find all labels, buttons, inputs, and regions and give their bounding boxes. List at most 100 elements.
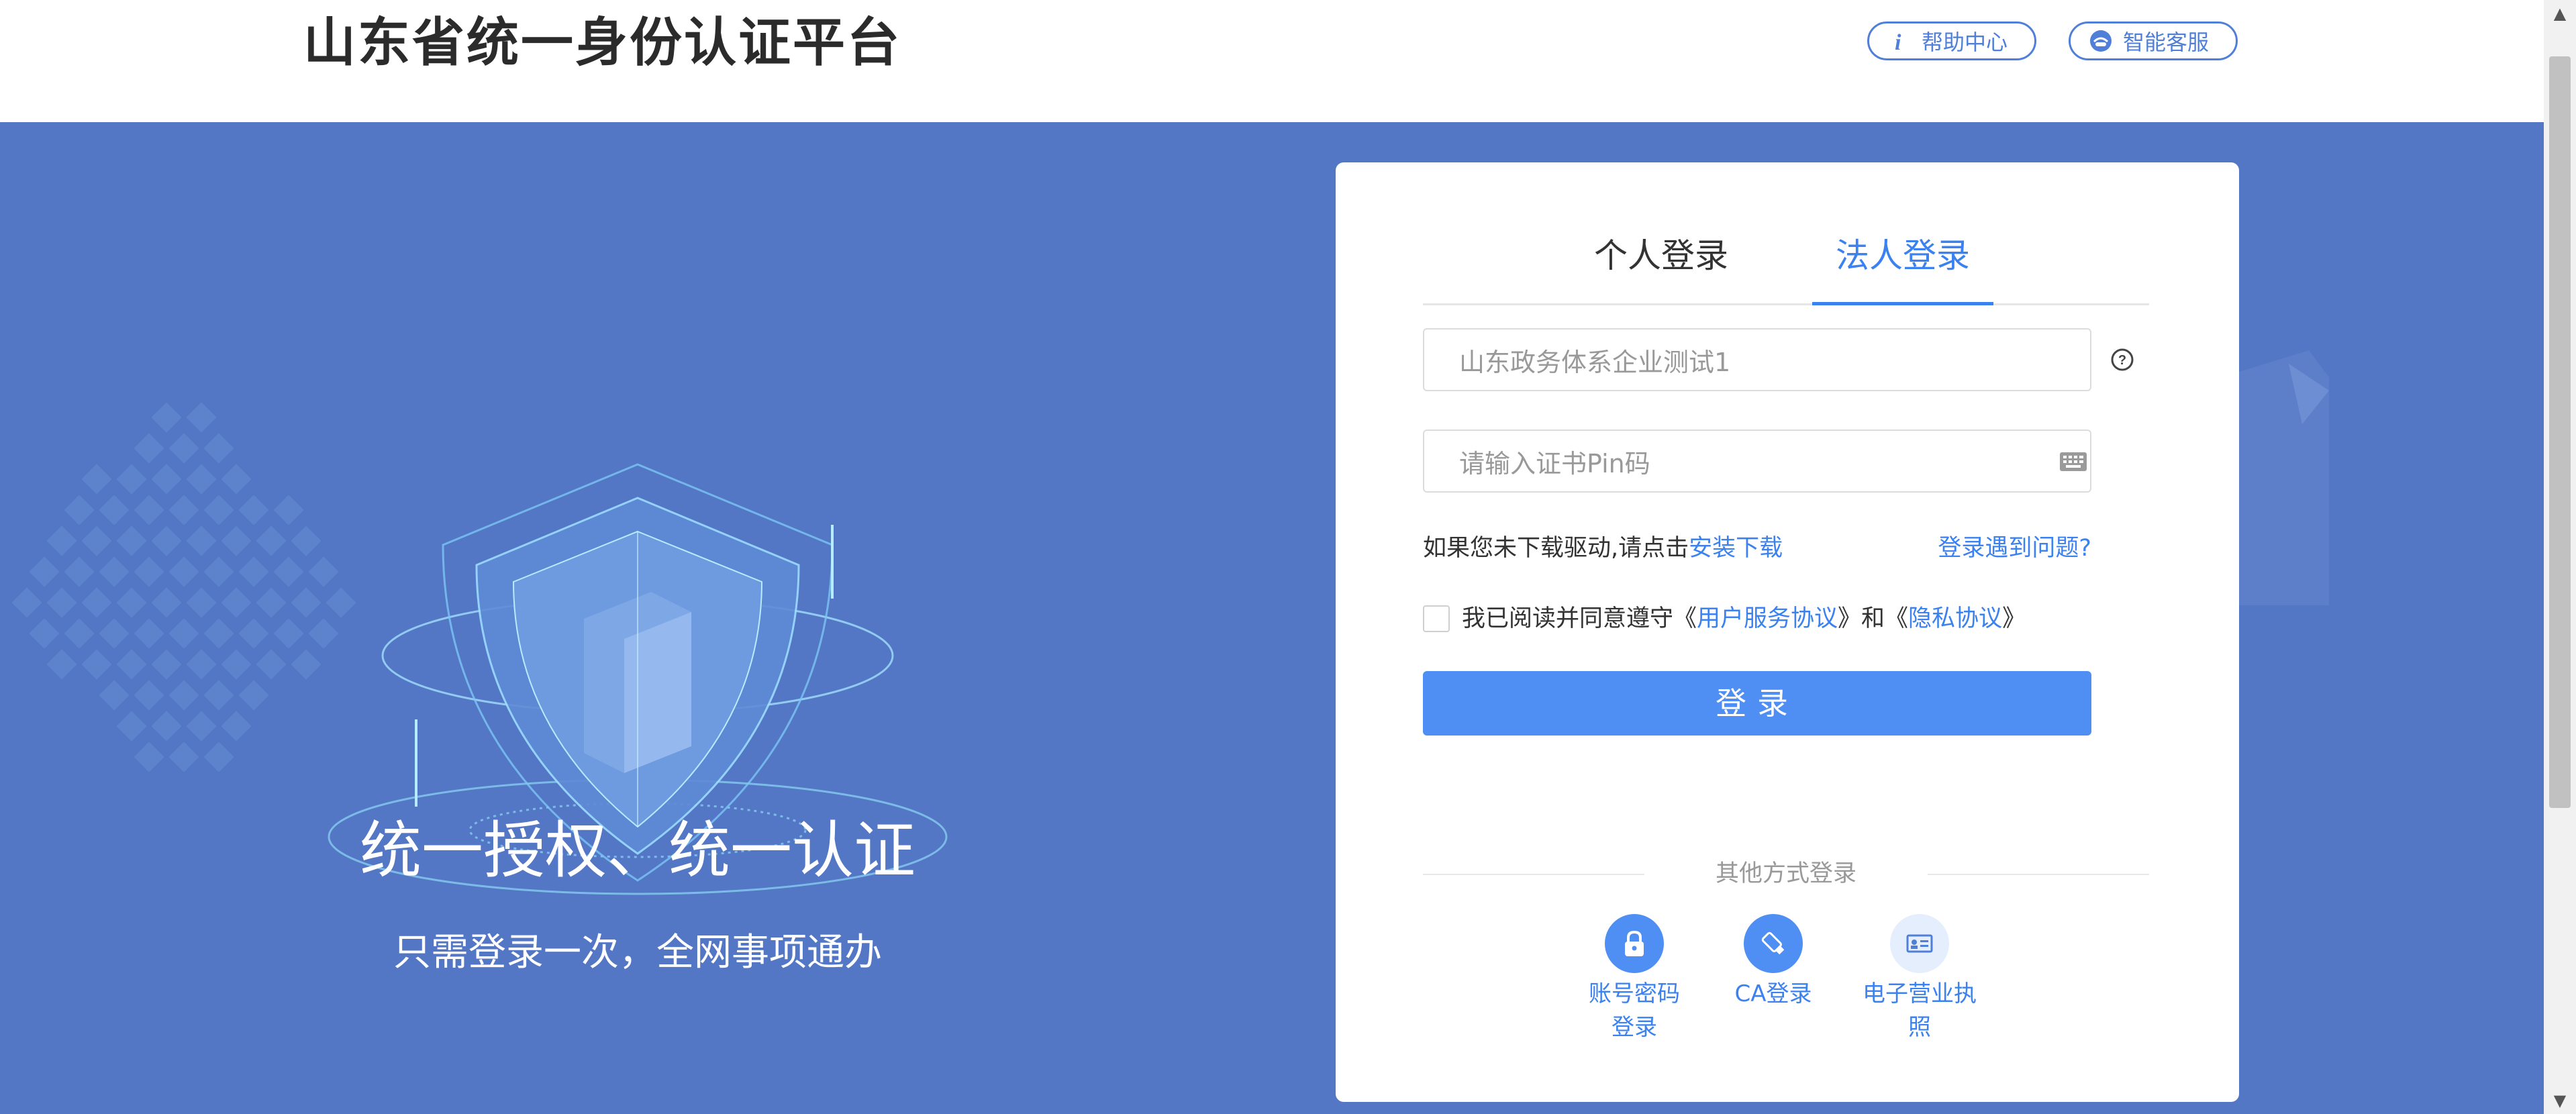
smart-service-label: 智能客服 bbox=[2123, 30, 2210, 55]
tab-personal-login[interactable]: 个人登录 bbox=[1584, 216, 1738, 303]
diamond-tile bbox=[81, 464, 112, 495]
diamond-tile bbox=[64, 495, 95, 525]
business-license-icon bbox=[1890, 914, 1949, 973]
diamond-tile bbox=[203, 433, 234, 464]
agreement-mid: 》和《 bbox=[1838, 605, 1909, 632]
diamond-tile bbox=[81, 587, 112, 618]
diamond-tile bbox=[186, 525, 217, 556]
diamond-tile bbox=[256, 649, 287, 680]
diamond-tile bbox=[151, 587, 182, 618]
tab-corporate-login[interactable]: 法人登录 bbox=[1812, 216, 1993, 303]
diamond-tile bbox=[46, 525, 77, 556]
business-license-label-2: 照 bbox=[1908, 1014, 1931, 1041]
diamond-tile bbox=[99, 495, 130, 525]
diamond-tile bbox=[29, 618, 60, 649]
diamond-tile bbox=[134, 556, 164, 587]
diamond-tile bbox=[151, 525, 182, 556]
diamond-tile bbox=[238, 618, 269, 649]
diamond-tile bbox=[203, 495, 234, 525]
lock-icon bbox=[1605, 914, 1664, 973]
scroll-down-arrow[interactable]: ▼ bbox=[2544, 1087, 2576, 1114]
user-service-agreement-link[interactable]: 用户服务协议 bbox=[1697, 599, 1838, 639]
diamond-tile bbox=[134, 680, 164, 711]
diamond-tile bbox=[116, 711, 147, 742]
diamond-tile bbox=[221, 649, 252, 680]
usb-key-icon bbox=[1744, 914, 1803, 973]
diamond-tile bbox=[186, 649, 217, 680]
agreement-checkbox[interactable] bbox=[1423, 605, 1450, 632]
agreement-suffix: 》 bbox=[2002, 605, 2026, 632]
help-center-button[interactable]: i 帮助中心 bbox=[1867, 21, 2036, 60]
diamond-tile bbox=[134, 742, 164, 772]
question-icon[interactable]: ? bbox=[2108, 345, 2137, 374]
install-download-link[interactable]: 安装下载 bbox=[1689, 535, 1783, 562]
driver-download-row: 如果您未下载驱动,请点击安装下载 登录遇到问题? bbox=[1423, 528, 2091, 568]
diamond-tile bbox=[81, 649, 112, 680]
active-tab-indicator bbox=[1812, 302, 1993, 305]
diamond-tile bbox=[221, 587, 252, 618]
password-login-label-1: 账号密码 bbox=[1589, 980, 1680, 1007]
enterprise-certificate-value: 山东政务体系企业测试1 bbox=[1459, 347, 1731, 377]
login-tabs: 个人登录 法人登录 bbox=[1423, 216, 2149, 305]
svg-text:i: i bbox=[1895, 30, 1901, 54]
business-license-label-1: 电子营业执 bbox=[1863, 980, 1977, 1007]
diamond-tile bbox=[273, 495, 304, 525]
diamond-tile bbox=[116, 649, 147, 680]
diamond-tile bbox=[116, 525, 147, 556]
site-title: 山东省统一身份认证平台 bbox=[303, 13, 902, 73]
business-license-option[interactable]: 电子营业执 照 bbox=[1852, 914, 1987, 1044]
diamond-tile bbox=[99, 680, 130, 711]
smart-service-button[interactable]: 智能客服 bbox=[2069, 21, 2238, 60]
other-login-methods-title: 其他方式登录 bbox=[1423, 854, 2149, 894]
page-scrollbar[interactable]: ▲ ▼ bbox=[2544, 0, 2576, 1114]
diamond-tile bbox=[186, 402, 217, 433]
diamond-tile bbox=[151, 402, 182, 433]
diamond-tile bbox=[99, 556, 130, 587]
ca-login-label: CA登录 bbox=[1734, 980, 1812, 1007]
diamond-tile bbox=[256, 587, 287, 618]
driver-hint-text: 如果您未下载驱动,请点击 bbox=[1423, 535, 1689, 562]
page-header: 山东省统一身份认证平台 i 帮助中心 智能客服 bbox=[0, 0, 2544, 122]
ca-login-option[interactable]: CA登录 bbox=[1706, 914, 1840, 1011]
diamond-tile bbox=[168, 618, 199, 649]
diamond-tile bbox=[46, 649, 77, 680]
hero-subslogan: 只需登录一次，全网事项通办 bbox=[393, 931, 882, 974]
diamond-tile bbox=[221, 464, 252, 495]
diamond-tile bbox=[238, 556, 269, 587]
diamond-tile bbox=[168, 556, 199, 587]
diamond-tile bbox=[64, 618, 95, 649]
diamond-tile bbox=[273, 618, 304, 649]
diamond-tile bbox=[186, 587, 217, 618]
scroll-thumb[interactable] bbox=[2549, 56, 2571, 808]
login-problem-link[interactable]: 登录遇到问题? bbox=[1938, 528, 2091, 568]
info-icon: i bbox=[1895, 30, 1901, 54]
diamond-tile bbox=[238, 495, 269, 525]
diamond-tile bbox=[186, 464, 217, 495]
svg-text:?: ? bbox=[2118, 353, 2126, 368]
login-button[interactable]: 登录 bbox=[1423, 671, 2091, 736]
diamond-tile bbox=[11, 587, 42, 618]
password-login-option[interactable]: 账号密码 登录 bbox=[1567, 914, 1701, 1044]
password-login-label-2: 登录 bbox=[1612, 1014, 1657, 1041]
keyboard-icon[interactable] bbox=[2058, 448, 2089, 475]
scroll-up-arrow[interactable]: ▲ bbox=[2544, 0, 2576, 27]
diamond-tile bbox=[168, 495, 199, 525]
diamond-tile bbox=[116, 464, 147, 495]
diamond-tile bbox=[168, 742, 199, 772]
diamond-tile bbox=[151, 711, 182, 742]
diamond-tile bbox=[203, 556, 234, 587]
diamond-tile bbox=[256, 525, 287, 556]
diamond-tile bbox=[151, 464, 182, 495]
pin-placeholder: 请输入证书Pin码 bbox=[1459, 448, 1650, 478]
diamond-tile bbox=[134, 433, 164, 464]
diamond-tile bbox=[134, 618, 164, 649]
diamond-tile bbox=[238, 680, 269, 711]
privacy-agreement-link[interactable]: 隐私协议 bbox=[1908, 599, 2002, 639]
pin-input[interactable]: 请输入证书Pin码 bbox=[1423, 429, 2091, 493]
diamond-tile bbox=[81, 525, 112, 556]
agreement-prefix: 我已阅读并同意遵守《 bbox=[1462, 605, 1697, 632]
diamond-tile bbox=[203, 742, 234, 772]
diamond-tile bbox=[273, 556, 304, 587]
diamond-tile bbox=[221, 711, 252, 742]
enterprise-certificate-select[interactable]: 山东政务体系企业测试1 bbox=[1423, 328, 2091, 391]
